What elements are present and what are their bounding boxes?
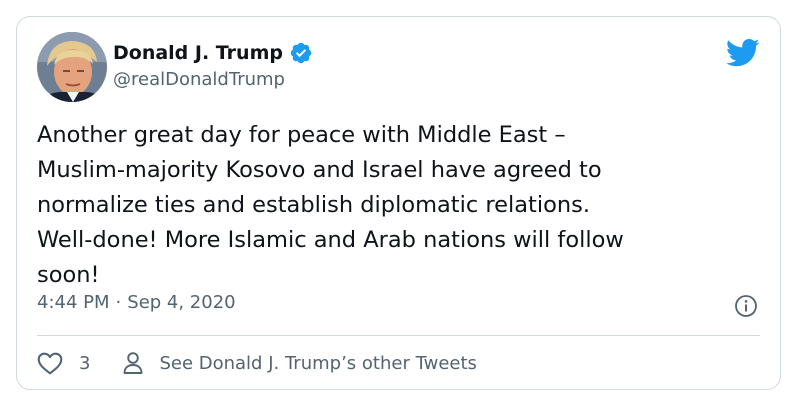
divider xyxy=(37,335,760,336)
avatar[interactable] xyxy=(37,32,107,102)
tweet-card[interactable]: Donald J. Trump @realDonaldTrump Another… xyxy=(16,16,781,390)
author-handle[interactable]: @realDonaldTrump xyxy=(113,69,285,90)
person-icon[interactable] xyxy=(122,351,144,375)
tweet-text: Another great day for peace with Middle … xyxy=(37,122,624,288)
tweet-actions: 3 See Donald J. Trump’s other Tweets xyxy=(37,349,477,377)
timestamp-separator: · xyxy=(115,292,122,313)
tweet-date[interactable]: Sep 4, 2020 xyxy=(127,292,235,313)
like-count[interactable]: 3 xyxy=(79,353,90,374)
twitter-bird-icon[interactable] xyxy=(725,38,760,68)
author-display-name[interactable]: Donald J. Trump xyxy=(113,42,283,64)
info-icon[interactable] xyxy=(734,294,758,318)
see-other-tweets-link[interactable]: See Donald J. Trump’s other Tweets xyxy=(159,353,476,374)
verified-badge-icon xyxy=(289,41,313,65)
heart-icon[interactable] xyxy=(37,351,63,375)
tweet-time[interactable]: 4:44 PM xyxy=(37,292,110,313)
author-name-row[interactable]: Donald J. Trump xyxy=(113,39,313,67)
tweet-timestamp[interactable]: 4:44 PM · Sep 4, 2020 xyxy=(37,292,236,313)
avatar-image xyxy=(37,32,107,102)
